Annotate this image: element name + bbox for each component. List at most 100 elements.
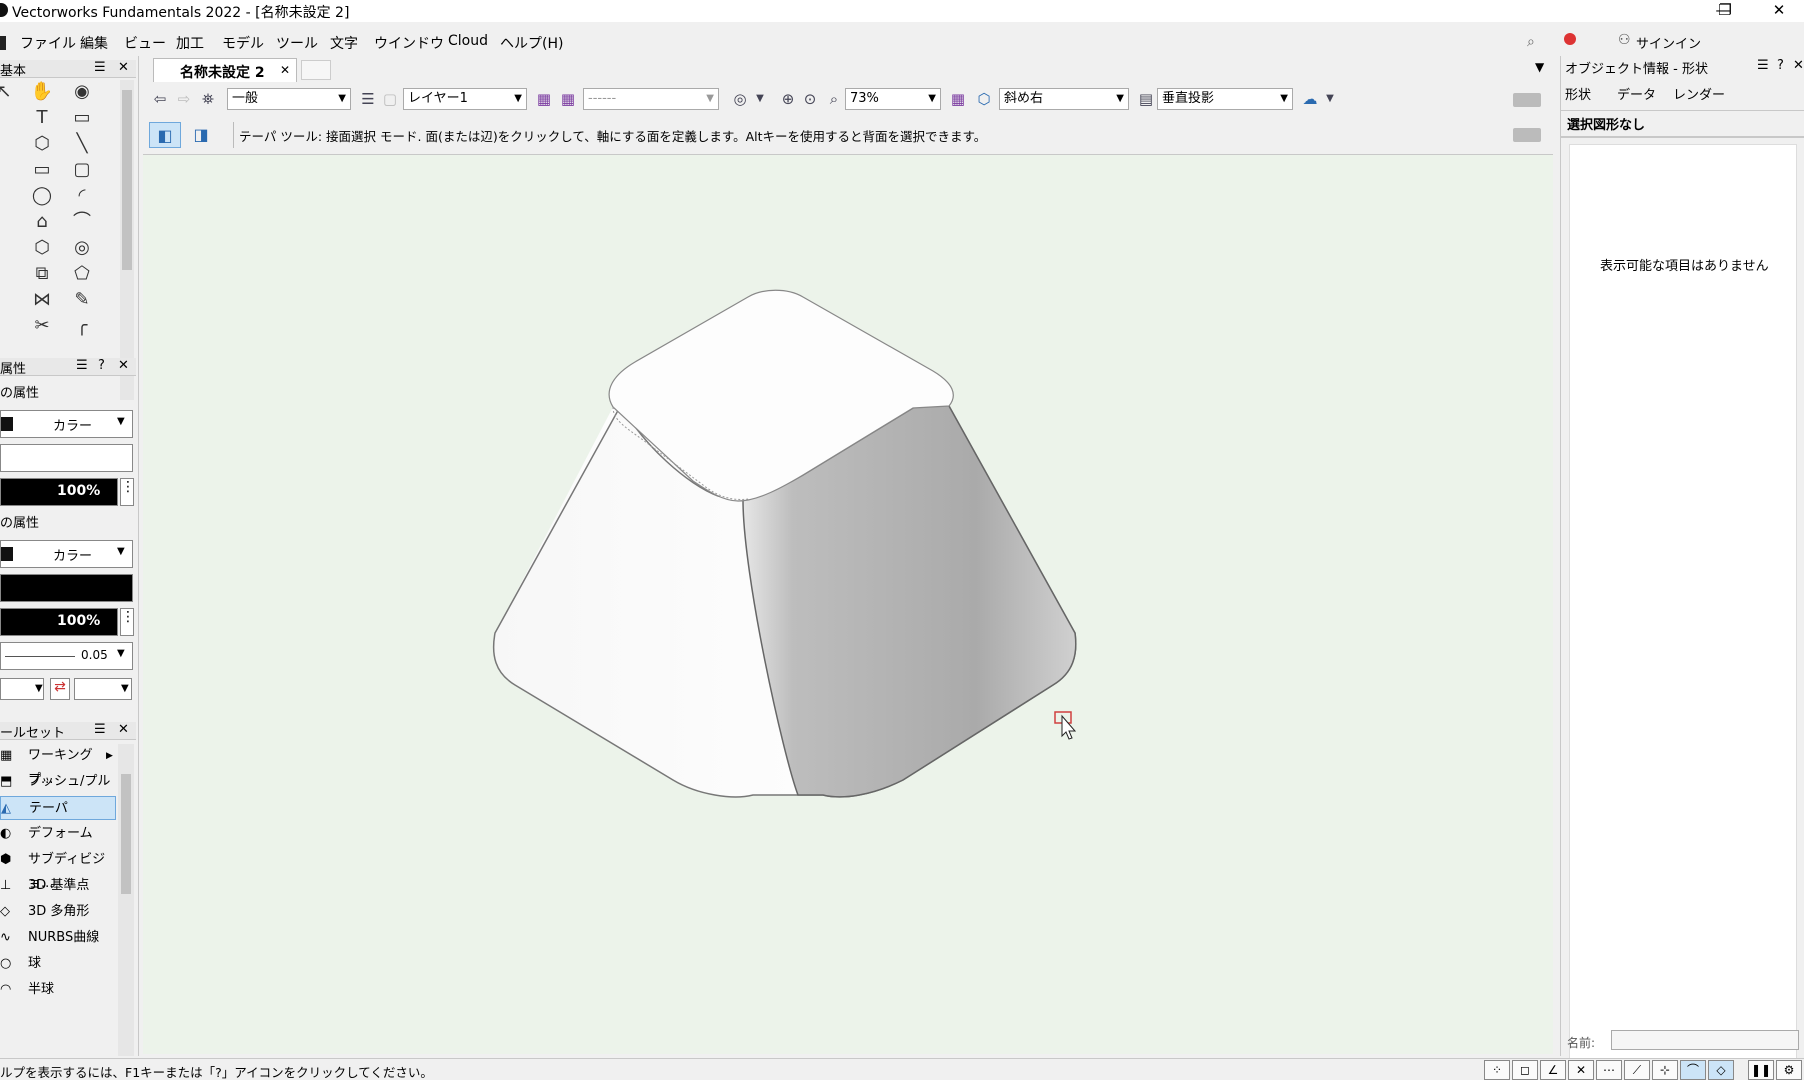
snap-point-icon[interactable]: ⊹ [1652, 1060, 1678, 1080]
render-mode-icon[interactable]: ◎ [729, 89, 751, 109]
tab-close-icon[interactable]: ✕ [280, 63, 290, 77]
line-opacity-field[interactable]: 100% [0, 608, 118, 636]
menu-view[interactable]: ビュー [124, 33, 166, 53]
scroll-thumb[interactable] [122, 90, 132, 270]
search-icon[interactable]: ⌕ [1527, 34, 1535, 50]
tab-document[interactable]: 名称未設定 2 ✕ [153, 58, 297, 82]
layer-stack-icon[interactable]: ☰ [357, 89, 379, 109]
palette-menu-icon[interactable]: ☰ [94, 60, 106, 75]
mirror-tool-icon[interactable]: ⋈ [28, 288, 56, 312]
flyover-tool-icon[interactable]: ◉ [68, 80, 96, 104]
scroll-thumb[interactable] [121, 774, 131, 894]
menu-modify[interactable]: 加工 [176, 33, 204, 53]
palette-close-icon[interactable]: ✕ [118, 60, 129, 75]
snap-distance-icon[interactable]: ⋯ [1596, 1060, 1622, 1080]
layer-visibility-icon[interactable]: ▢ [379, 89, 401, 109]
edge-select-mode-icon[interactable]: ◨ [187, 122, 215, 148]
reshape-tool-icon[interactable]: ⬠ [68, 262, 96, 286]
zoom-fit-icon[interactable]: ⊕ [777, 89, 799, 109]
palette-menu-icon[interactable]: ☰ [94, 722, 106, 737]
rectangle-tool-icon[interactable]: ▭ [28, 158, 56, 182]
palette-close-icon[interactable]: ✕ [118, 358, 129, 373]
spiral-tool-icon[interactable]: ◎ [68, 236, 96, 260]
freehand-tool-icon[interactable]: ⌒ [68, 210, 96, 234]
toolset-item-nurbs[interactable]: ∿ NURBS曲線 [0, 926, 116, 950]
menu-edit[interactable]: 編集 [80, 33, 108, 53]
help-icon[interactable]: ? [98, 358, 105, 373]
toolset-item-working-plane[interactable]: ▦ ワーキングプ... ▶ [0, 744, 116, 787]
zoom-objects-icon[interactable]: ⊙ [799, 89, 821, 109]
3d-view-icon[interactable]: ⬡ [973, 89, 995, 109]
lighting-icon[interactable]: ☁ [1299, 89, 1321, 109]
menu-help[interactable]: ヘルプ(H) [500, 33, 563, 53]
3d-tapered-solid[interactable] [143, 155, 1553, 1055]
arc-tool-icon[interactable]: ◜ [68, 184, 96, 208]
marker-swap-icon[interactable]: ⇄ [50, 678, 70, 700]
oval-tool-icon[interactable]: ◯ [28, 184, 56, 208]
view-select[interactable]: 斜め右 ▼ [999, 88, 1129, 110]
toolset-item-3d-polygon[interactable]: ◇ 3D 多角形 [0, 900, 116, 924]
menu-cloud[interactable]: Cloud [448, 33, 488, 49]
chevron-down-icon[interactable]: ▼ [749, 89, 771, 109]
rounded-rect-tool-icon[interactable]: ▢ [68, 158, 96, 182]
menu-model[interactable]: モデル [222, 33, 264, 53]
back-arrow-icon[interactable]: ⇦ [149, 89, 171, 109]
toolset-item-3d-locus[interactable]: ⊥ 3D 基準点 [0, 874, 116, 898]
line-weight-select[interactable]: 0.05 ▼ [0, 642, 133, 670]
toolset-scrollbar[interactable] [118, 744, 134, 1056]
callout-tool-icon[interactable]: ▭ [68, 106, 96, 130]
close-button[interactable]: ✕ [1756, 0, 1802, 22]
menu-tools[interactable]: ツール [276, 33, 318, 53]
text-tool-icon[interactable]: T [28, 106, 56, 130]
fill-type-select[interactable]: カラー ▼ [0, 410, 133, 438]
snap-arc-icon[interactable]: ⌒ [1680, 1060, 1706, 1080]
snap-object-icon[interactable]: ◻ [1512, 1060, 1538, 1080]
saved-view-icon[interactable]: ▦ [533, 89, 555, 109]
layer-select[interactable]: レイヤー1 ▼ [403, 88, 527, 110]
toolset-item-sphere[interactable]: ○ 球 [0, 952, 116, 976]
scissors-tool-icon[interactable]: ✂ [28, 314, 56, 338]
class-select[interactable]: 一般 ▼ [227, 88, 351, 110]
gear-icon[interactable]: ⚙ [1776, 1060, 1802, 1080]
projection-icon[interactable]: ▤ [1135, 89, 1157, 109]
resize-tool-icon[interactable]: ⧉ [28, 262, 56, 286]
menu-text[interactable]: 文字 [330, 33, 358, 53]
snap-intersection-icon[interactable]: ✕ [1568, 1060, 1594, 1080]
new-tab-button[interactable] [301, 60, 331, 80]
eyedropper-tool-icon[interactable]: ✎ [68, 288, 96, 312]
tab-data[interactable]: データ [1617, 84, 1656, 106]
end-marker-select[interactable]: ▼ [74, 678, 132, 700]
projection-select[interactable]: 垂直投影 ▼ [1157, 88, 1293, 110]
3d-object-tool-icon[interactable]: ⬡ [28, 132, 56, 156]
fill-opacity-field[interactable]: 100% [0, 478, 118, 506]
pause-icon[interactable]: ❚❚ [1748, 1060, 1774, 1080]
view-bar-toggle-icon[interactable] [1513, 93, 1541, 107]
saved-views-select[interactable]: ------ ▼ [583, 88, 719, 110]
start-marker-select[interactable]: ▼ [0, 678, 44, 700]
forward-arrow-icon[interactable]: ⇨ [173, 89, 195, 109]
palette-menu-icon[interactable]: ☰ [1757, 58, 1769, 73]
menu-window[interactable]: ウインドウ [374, 33, 444, 53]
line-more-icon[interactable]: ⋮ [120, 608, 135, 636]
hexagon-tool-icon[interactable]: ⬡ [28, 236, 56, 260]
snap-working-plane-icon[interactable]: ◇ [1708, 1060, 1734, 1080]
help-icon[interactable]: ? [1777, 58, 1784, 73]
toolset-item-deform[interactable]: ◐ デフォーム [0, 822, 116, 846]
menu-file[interactable]: ファイル [20, 33, 76, 53]
zoom-select[interactable]: 73% ▼ [845, 88, 941, 110]
line-tool-icon[interactable]: ╲ [68, 132, 96, 156]
fill-more-icon[interactable]: ⋮ [120, 478, 135, 506]
snap-grid-icon[interactable]: ⁘ [1484, 1060, 1510, 1080]
page-grid-icon[interactable]: ▦ [947, 89, 969, 109]
drawing-canvas[interactable] [143, 154, 1553, 1054]
saved-view-alt-icon[interactable]: ▦ [557, 89, 579, 109]
tab-render[interactable]: レンダー [1673, 84, 1725, 106]
tab-shape[interactable]: 形状 [1565, 84, 1591, 106]
snap-tangent-icon[interactable]: ⟋ [1624, 1060, 1650, 1080]
snap-angle-icon[interactable]: ∠ [1540, 1060, 1566, 1080]
face-select-mode-icon[interactable]: ◧ [149, 122, 181, 148]
pan-tool-icon[interactable]: ✋ [28, 80, 56, 104]
polygon-tool-icon[interactable]: ⌂ [28, 210, 56, 234]
name-field[interactable] [1611, 1030, 1799, 1050]
tab-list-chevron-icon[interactable]: ▼ [1535, 60, 1544, 74]
